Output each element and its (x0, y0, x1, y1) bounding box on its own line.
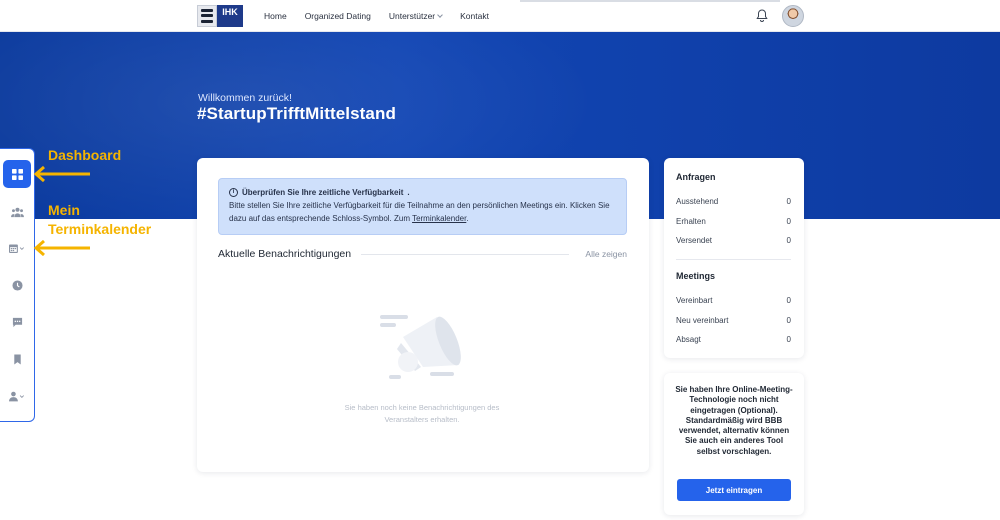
row-value: 0 (786, 217, 791, 226)
row-value: 0 (786, 316, 791, 325)
clock-icon (11, 279, 23, 291)
arrow-left-icon (33, 166, 90, 182)
annotation-calendar-line1: Mein (48, 202, 80, 218)
empty-line-1: Sie haben noch keine Benachrichtigungen … (344, 403, 500, 412)
show-all-link[interactable]: Alle zeigen (585, 249, 627, 259)
alert-title: i Überprüfen Sie Ihre zeitliche Verfügba… (229, 186, 616, 199)
ihk-logo[interactable]: IHK (197, 5, 243, 27)
nav-organized-dating[interactable]: Organized Dating (305, 11, 371, 21)
coat-of-arms-icon (197, 5, 217, 27)
divider (361, 253, 570, 255)
sidebar-bookmark-button[interactable] (3, 345, 31, 373)
annotation-dashboard: Dashboard (48, 147, 122, 163)
welcome-text: Willkommen zurück! (198, 92, 292, 104)
list-item[interactable]: Versendet 0 (676, 236, 791, 245)
row-value: 0 (786, 335, 791, 344)
row-label: Neu vereinbart (676, 316, 729, 325)
sidebar-chat-button[interactable] (3, 308, 31, 336)
row-label: Versendet (676, 236, 713, 245)
availability-alert: i Überprüfen Sie Ihre zeitliche Verfügba… (218, 178, 627, 235)
list-item[interactable]: Neu vereinbart 0 (676, 316, 791, 325)
nav-home[interactable]: Home (264, 11, 287, 21)
section-title: Aktuelle Benachrichtigungen (218, 248, 352, 260)
sidebar-clock-button[interactable] (3, 271, 31, 299)
notifications-header: Aktuelle Benachrichtigungen Alle zeigen (218, 246, 627, 262)
list-item[interactable]: Absagt 0 (676, 335, 791, 344)
divider (676, 259, 791, 260)
alert-title-end: . (407, 188, 410, 197)
sidebar-people-button[interactable] (3, 198, 31, 226)
annotation-calendar: Mein Terminkalender (48, 201, 151, 239)
main-nav: Home Organized Dating Unterstützer Konta… (264, 0, 489, 32)
arrow-left-icon (33, 240, 90, 256)
alert-body-end: . (466, 214, 469, 223)
online-meeting-card: Sie haben Ihre Online-Meeting-Technologi… (664, 373, 804, 515)
info-icon: i (229, 188, 238, 197)
empty-line-2: Veranstalters erhalten. (384, 415, 460, 424)
people-icon (10, 207, 24, 217)
chat-icon (12, 317, 22, 327)
requests-title: Anfragen (676, 172, 716, 182)
left-sidebar (0, 148, 35, 422)
row-label: Vereinbart (676, 296, 713, 305)
scroll-shadow (520, 0, 780, 2)
terminkalender-link[interactable]: Terminkalender (412, 214, 466, 223)
row-label: Absagt (676, 335, 701, 344)
alert-body: Bitte stellen Sie Ihre zeitliche Verfügb… (229, 199, 616, 225)
list-item[interactable]: Vereinbart 0 (676, 296, 791, 305)
calendar-icon (9, 244, 24, 253)
sidebar-user-button[interactable] (3, 382, 31, 410)
row-value: 0 (786, 197, 791, 206)
logo-text: IHK (217, 5, 243, 27)
list-item[interactable]: Ausstehend 0 (676, 197, 791, 206)
page-title: #StartupTrifftMittelstand (197, 104, 396, 123)
empty-state-text: Sie haben noch keine Benachrichtigungen … (317, 402, 527, 426)
online-meeting-text: Sie haben Ihre Online-Meeting-Technologi… (675, 385, 793, 456)
row-label: Erhalten (676, 217, 706, 226)
alert-title-text: Überprüfen Sie Ihre zeitliche Verfügbark… (242, 188, 404, 197)
bookmark-icon (13, 353, 21, 365)
meetings-title: Meetings (676, 271, 716, 281)
top-navbar: IHK Home Organized Dating Unterstützer K… (0, 0, 1000, 32)
row-value: 0 (786, 296, 791, 305)
dashboard-icon (11, 168, 23, 180)
user-avatar[interactable] (782, 5, 804, 27)
jetzt-eintragen-button[interactable]: Jetzt eintragen (677, 479, 791, 501)
row-label: Ausstehend (676, 197, 719, 206)
annotation-calendar-line2: Terminkalender (48, 221, 152, 237)
notifications-card: i Überprüfen Sie Ihre zeitliche Verfügba… (197, 158, 649, 472)
sidebar-dashboard-button[interactable] (3, 160, 31, 188)
nav-unterstuetzer-dropdown[interactable]: Unterstützer (389, 11, 442, 21)
bell-icon[interactable] (756, 9, 768, 22)
nav-kontakt[interactable]: Kontakt (460, 11, 489, 21)
requests-card: Anfragen Ausstehend 0 Erhalten 0 Versendet… (664, 158, 804, 358)
sidebar-calendar-button[interactable] (3, 234, 31, 262)
list-item[interactable]: Erhalten 0 (676, 217, 791, 226)
user-icon (9, 391, 24, 401)
megaphone-icon (380, 315, 461, 379)
row-value: 0 (786, 236, 791, 245)
